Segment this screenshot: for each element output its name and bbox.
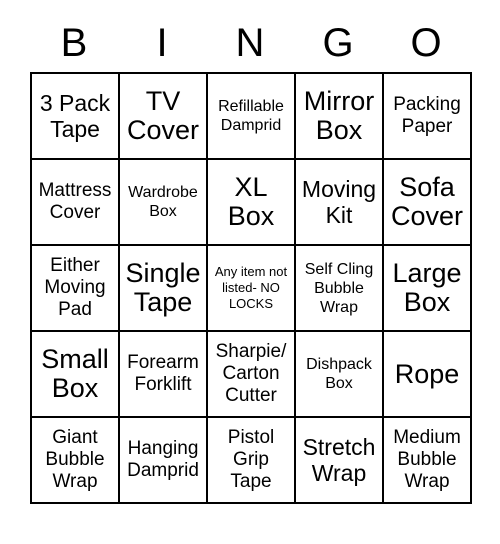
bingo-cell-label: Wardrobe Box bbox=[128, 184, 198, 220]
bingo-header-letter-g: G bbox=[322, 21, 354, 65]
bingo-cell-i1[interactable]: TV Cover bbox=[120, 74, 208, 160]
bingo-cell-label: Packing Paper bbox=[393, 94, 461, 137]
bingo-cell-label: Refillable Damprid bbox=[218, 98, 284, 134]
bingo-cell-label: Sofa Cover bbox=[390, 172, 464, 231]
bingo-row: Giant Bubble Wrap Hanging Damprid Pistol… bbox=[32, 418, 472, 504]
bingo-cell-i2[interactable]: Wardrobe Box bbox=[120, 160, 208, 246]
bingo-cell-i5[interactable]: Hanging Damprid bbox=[120, 418, 208, 504]
bingo-cell-label: Rope bbox=[394, 358, 460, 389]
bingo-row: Small Box Forearm Forklift Sharpie/ Cart… bbox=[32, 332, 472, 418]
bingo-cell-label: Giant Bubble Wrap bbox=[45, 427, 105, 492]
bingo-cell-label: Single Tape bbox=[125, 258, 201, 317]
bingo-header-letter-n: N bbox=[235, 21, 265, 65]
bingo-cell-label: Sharpie/ Carton Cutter bbox=[215, 341, 287, 406]
bingo-cell-n4[interactable]: Sharpie/ Carton Cutter bbox=[208, 332, 296, 418]
bingo-cell-label: Medium Bubble Wrap bbox=[393, 427, 461, 492]
bingo-cell-label: Mirror Box bbox=[303, 86, 375, 145]
bingo-cell-label: Dishpack Box bbox=[306, 356, 372, 392]
bingo-cell-label: Stretch Wrap bbox=[302, 434, 376, 486]
bingo-row: Either Moving Pad Single Tape Any item n… bbox=[32, 246, 472, 332]
bingo-cell-g4[interactable]: Dishpack Box bbox=[296, 332, 384, 418]
bingo-cell-label: Either Moving Pad bbox=[44, 255, 106, 320]
bingo-cell-i3[interactable]: Single Tape bbox=[120, 246, 208, 332]
bingo-cell-g1[interactable]: Mirror Box bbox=[296, 74, 384, 160]
bingo-cell-label: Self Cling Bubble Wrap bbox=[304, 260, 374, 316]
bingo-cell-n2[interactable]: XL Box bbox=[208, 160, 296, 246]
bingo-cell-o1[interactable]: Packing Paper bbox=[384, 74, 472, 160]
bingo-grid: 3 Pack Tape TV Cover Refillable Damprid … bbox=[30, 72, 472, 504]
bingo-header-letter-i: I bbox=[156, 21, 168, 65]
bingo-cell-label: Hanging Damprid bbox=[127, 438, 199, 481]
bingo-cell-g2[interactable]: Moving Kit bbox=[296, 160, 384, 246]
bingo-cell-i4[interactable]: Forearm Forklift bbox=[120, 332, 208, 418]
bingo-cell-label: TV Cover bbox=[126, 86, 200, 145]
bingo-cell-label: Any item not listed- NO LOCKS bbox=[214, 264, 288, 311]
bingo-cell-b3[interactable]: Either Moving Pad bbox=[32, 246, 120, 332]
bingo-cell-label: Pistol Grip Tape bbox=[227, 427, 275, 492]
bingo-cell-b4[interactable]: Small Box bbox=[32, 332, 120, 418]
bingo-cell-label: 3 Pack Tape bbox=[39, 90, 111, 142]
bingo-cell-g5[interactable]: Stretch Wrap bbox=[296, 418, 384, 504]
bingo-cell-label: XL Box bbox=[227, 172, 275, 231]
bingo-cell-o3[interactable]: Large Box bbox=[384, 246, 472, 332]
bingo-cell-b1[interactable]: 3 Pack Tape bbox=[32, 74, 120, 160]
bingo-cell-label: Large Box bbox=[392, 258, 462, 317]
bingo-cell-label: Mattress Cover bbox=[38, 180, 112, 223]
bingo-cell-o2[interactable]: Sofa Cover bbox=[384, 160, 472, 246]
bingo-header-letter-o: O bbox=[410, 21, 442, 65]
bingo-cell-label: Moving Kit bbox=[301, 176, 377, 228]
bingo-header: B I N G O bbox=[30, 14, 470, 72]
bingo-cell-g3[interactable]: Self Cling Bubble Wrap bbox=[296, 246, 384, 332]
bingo-row: Mattress Cover Wardrobe Box XL Box Movin… bbox=[32, 160, 472, 246]
bingo-cell-label: Forearm Forklift bbox=[127, 352, 199, 395]
bingo-cell-free-space[interactable]: Any item not listed- NO LOCKS bbox=[208, 246, 296, 332]
bingo-header-letter-b: B bbox=[60, 21, 88, 65]
bingo-cell-o4[interactable]: Rope bbox=[384, 332, 472, 418]
bingo-cell-n5[interactable]: Pistol Grip Tape bbox=[208, 418, 296, 504]
bingo-cell-label: Small Box bbox=[41, 344, 109, 403]
bingo-card: B I N G O 3 Pack Tape TV Cover Refillabl… bbox=[30, 14, 472, 516]
bingo-cell-b2[interactable]: Mattress Cover bbox=[32, 160, 120, 246]
bingo-cell-n1[interactable]: Refillable Damprid bbox=[208, 74, 296, 160]
bingo-row: 3 Pack Tape TV Cover Refillable Damprid … bbox=[32, 74, 472, 160]
bingo-cell-o5[interactable]: Medium Bubble Wrap bbox=[384, 418, 472, 504]
bingo-cell-b5[interactable]: Giant Bubble Wrap bbox=[32, 418, 120, 504]
